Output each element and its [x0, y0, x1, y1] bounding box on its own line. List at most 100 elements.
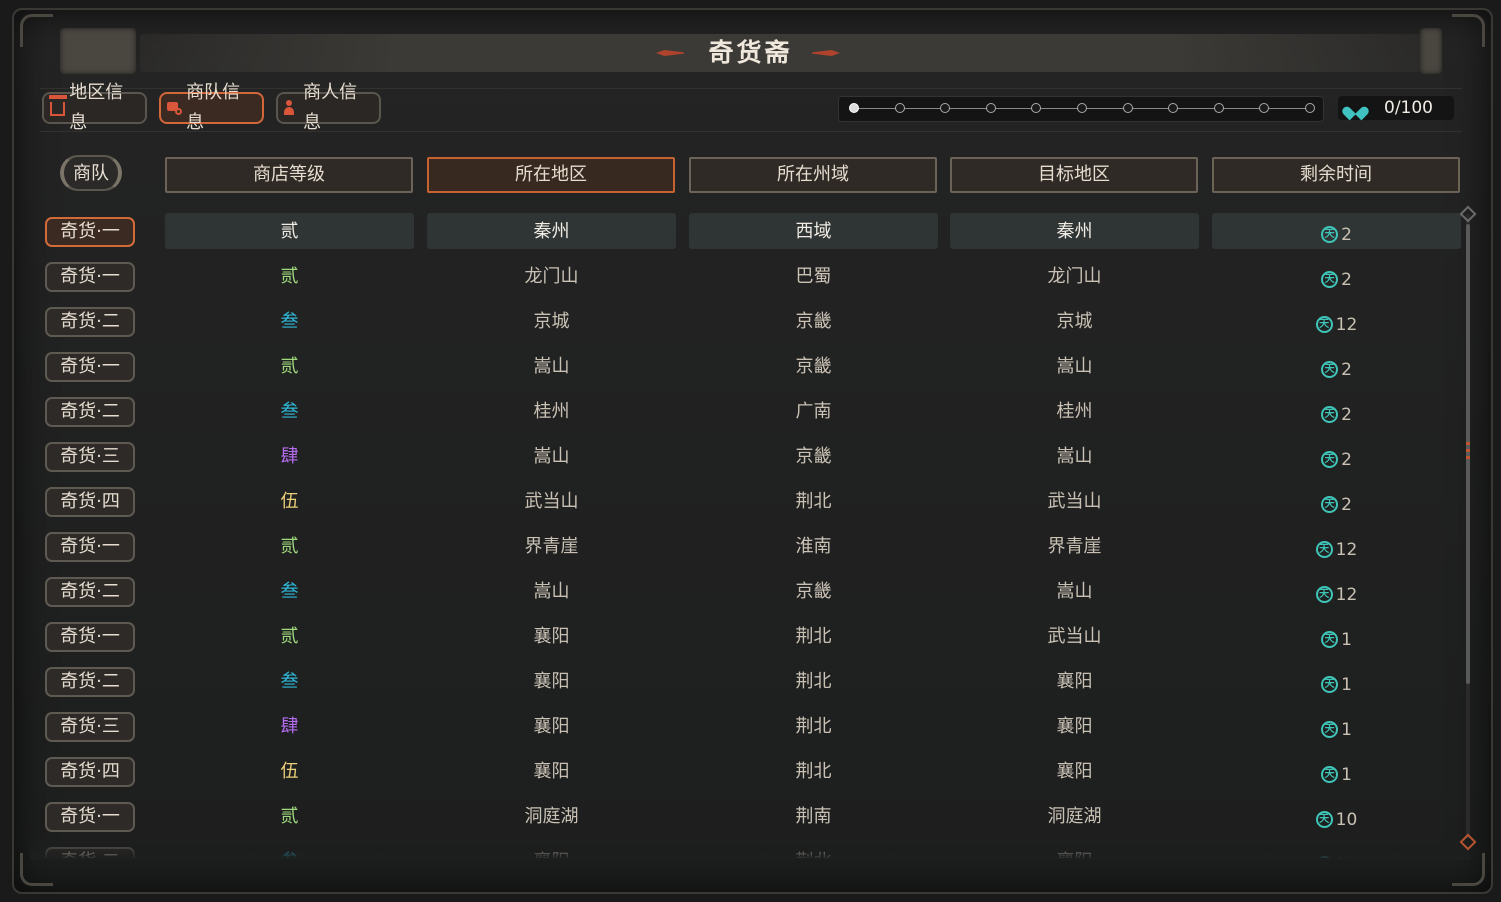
shop-level-cell: 伍 — [280, 761, 299, 782]
remaining-time-cell: 天 12 — [1212, 532, 1461, 565]
target-cell: 洞庭湖 — [1047, 806, 1102, 827]
shop-level-cell: 肆 — [280, 446, 299, 467]
remaining-time-cell: 天2 — [1212, 262, 1461, 295]
caravan-row-button[interactable]: 奇货·一 — [45, 802, 135, 832]
location-cell: 襄阳 — [533, 626, 570, 647]
location-cell: 京城 — [533, 311, 570, 332]
location-cell: 武当山 — [524, 491, 579, 512]
target-cell: 界青崖 — [1047, 536, 1102, 557]
caravan-table: 奇货·一贰秦州 西域 秦州天 2 奇货·一贰龙门山 巴蜀 龙门山天 2 奇货·二叁京城 京畿 京城天… — [0, 0, 1501, 858]
remaining-time-value: 12 — [1335, 539, 1358, 560]
remaining-time-cell: 天10 — [1212, 802, 1461, 835]
remaining-time-value: 2 — [1341, 449, 1352, 470]
caravan-row-button[interactable]: 奇货·二 — [45, 397, 135, 427]
day-icon: 天 — [1321, 271, 1339, 288]
shop-level-cell: 叁 — [280, 581, 299, 602]
day-icon: 天 — [1321, 721, 1339, 738]
day-icon: 天 — [1315, 541, 1333, 558]
day-icon: 天 — [1321, 226, 1339, 243]
target-cell: 秦州 — [1056, 221, 1093, 242]
prefecture-cell: 荆北 — [795, 761, 832, 782]
shop-level-cell: 贰 — [280, 221, 299, 242]
caravan-row-button[interactable]: 奇货·二 — [45, 577, 135, 607]
caravan-row-button[interactable]: 奇货·一 — [45, 622, 135, 652]
remaining-time-value: 1 — [1341, 764, 1352, 785]
caravan-row-button[interactable]: 奇货·四 — [45, 757, 135, 787]
day-icon: 天 — [1321, 406, 1339, 423]
shop-level-cell: 叁 — [280, 311, 299, 332]
prefecture-cell: 西域 — [795, 221, 832, 242]
location-cell: 龙门山 — [524, 266, 579, 287]
prefecture-cell: 荆北 — [795, 626, 832, 647]
target-cell: 武当山 — [1047, 491, 1102, 512]
day-icon: 天 — [1315, 586, 1333, 603]
remaining-time-cell: 天1 — [1212, 667, 1461, 700]
prefecture-cell: 广南 — [795, 401, 832, 422]
remaining-time-value: 2 — [1341, 404, 1352, 425]
remaining-time-cell: 天2 — [1212, 487, 1461, 520]
target-cell: 龙门山 — [1047, 266, 1102, 287]
remaining-time-value: 2 — [1341, 224, 1352, 245]
prefecture-cell: 荆北 — [795, 671, 832, 692]
remaining-time-value: 12 — [1335, 314, 1358, 335]
prefecture-cell: 京畿 — [795, 581, 832, 602]
shop-level-cell: 贰 — [280, 266, 299, 287]
remaining-time-cell: 天2 — [1212, 442, 1461, 475]
prefecture-cell: 荆北 — [795, 491, 832, 512]
scroll-position-marker — [1466, 442, 1470, 462]
shop-level-cell: 贰 — [280, 356, 299, 377]
day-icon: 天 — [1321, 676, 1339, 693]
caravan-row-button[interactable]: 奇货·一 — [45, 352, 135, 382]
location-cell: 嵩山 — [533, 446, 570, 467]
caravan-row-button[interactable]: 奇货·三 — [45, 712, 135, 742]
remaining-time-value: 1 — [1341, 674, 1352, 695]
shop-level-cell: 肆 — [280, 716, 299, 737]
day-icon: 天 — [1315, 316, 1333, 333]
location-cell: 桂州 — [533, 401, 570, 422]
target-cell: 襄阳 — [1056, 761, 1093, 782]
remaining-time-value: 1 — [1341, 629, 1352, 650]
day-icon: 天 — [1321, 496, 1339, 513]
location-cell: 襄阳 — [533, 761, 570, 782]
target-cell: 嵩山 — [1056, 581, 1093, 602]
vertical-scrollbar[interactable] — [1466, 214, 1470, 838]
remaining-time-cell: 天 12 — [1212, 577, 1461, 610]
shop-level-cell: 贰 — [280, 626, 299, 647]
shop-level-cell: 伍 — [280, 491, 299, 512]
shop-level-cell: 叁 — [280, 401, 299, 422]
caravan-row-button[interactable]: 奇货·二 — [45, 307, 135, 337]
caravan-row-button[interactable]: 奇货·二 — [45, 667, 135, 697]
prefecture-cell: 京畿 — [795, 446, 832, 467]
location-cell: 嵩山 — [533, 356, 570, 377]
caravan-row-button[interactable]: 奇货·一 — [45, 217, 135, 247]
location-cell: 界青崖 — [524, 536, 579, 557]
remaining-time-value: 1 — [1341, 719, 1352, 740]
shop-level-cell: 贰 — [280, 536, 299, 557]
caravan-row-button[interactable]: 奇货·四 — [45, 487, 135, 517]
day-icon: 天 — [1321, 451, 1339, 468]
location-cell: 嵩山 — [533, 581, 570, 602]
caravan-row-button[interactable]: 奇货·一 — [45, 262, 135, 292]
target-cell: 襄阳 — [1056, 716, 1093, 737]
target-cell: 嵩山 — [1056, 446, 1093, 467]
target-cell: 桂州 — [1056, 401, 1093, 422]
prefecture-cell: 荆北 — [795, 716, 832, 737]
shop-level-cell: 贰 — [280, 806, 299, 827]
remaining-time-cell: 天1 — [1212, 622, 1461, 655]
remaining-time-cell: 天 12 — [1212, 307, 1461, 340]
prefecture-cell: 荆南 — [795, 806, 832, 827]
day-icon: 天 — [1321, 766, 1339, 783]
prefecture-cell: 京畿 — [795, 356, 832, 377]
target-cell: 京城 — [1056, 311, 1093, 332]
location-cell: 洞庭湖 — [524, 806, 579, 827]
caravan-row-button[interactable]: 奇货·一 — [45, 532, 135, 562]
remaining-time-value: 2 — [1341, 359, 1352, 380]
remaining-time-value: 10 — [1335, 809, 1358, 830]
target-cell: 武当山 — [1047, 626, 1102, 647]
day-icon: 天 — [1315, 811, 1333, 828]
target-cell: 嵩山 — [1056, 356, 1093, 377]
caravan-row-button[interactable]: 奇货·三 — [45, 442, 135, 472]
location-cell: 襄阳 — [533, 716, 570, 737]
target-cell: 襄阳 — [1056, 671, 1093, 692]
remaining-time-cell: 天1 — [1212, 712, 1461, 745]
